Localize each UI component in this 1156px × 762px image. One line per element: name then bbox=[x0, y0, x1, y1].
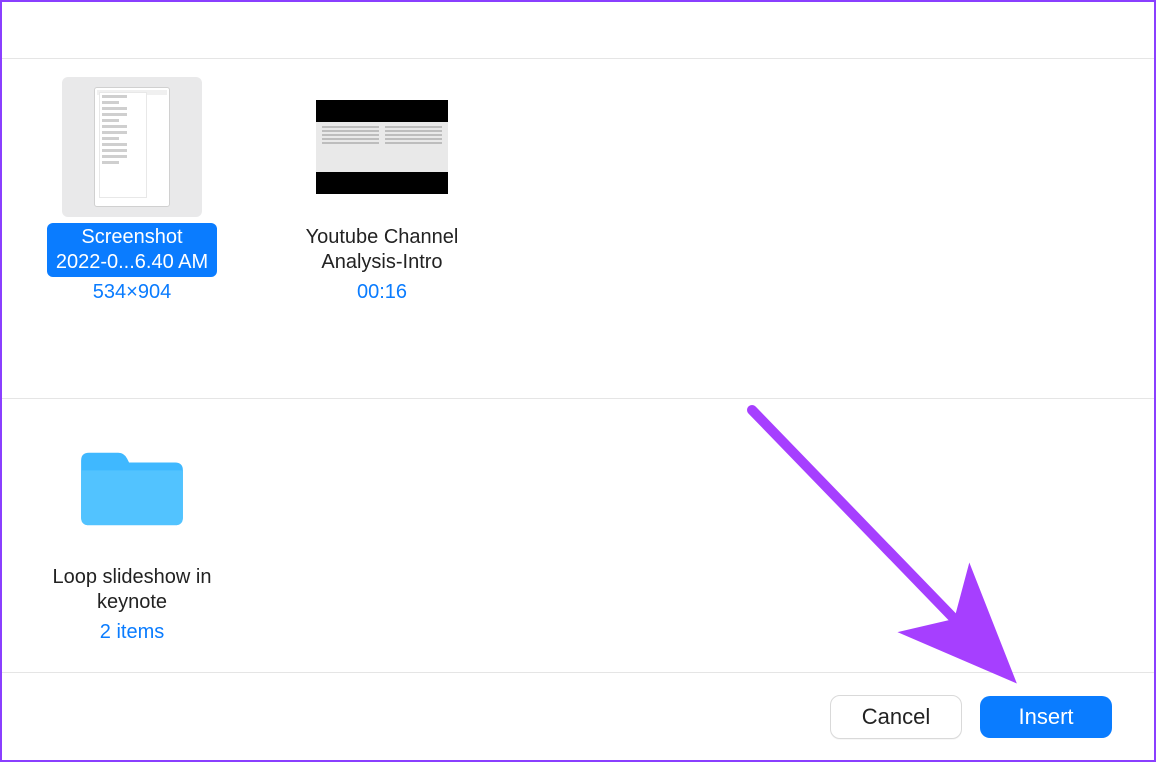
insert-button[interactable]: Insert bbox=[980, 696, 1112, 738]
folders-grid: Loop slideshow inkeynote 2 items bbox=[32, 417, 1124, 644]
folder-item-loop-slideshow[interactable]: Loop slideshow inkeynote 2 items bbox=[32, 417, 232, 644]
file-item-screenshot[interactable]: Screenshot2022-0...6.40 AM 534×904 bbox=[32, 77, 232, 304]
file-browser-scroll-area[interactable]: Screenshot2022-0...6.40 AM 534×904 bbox=[2, 58, 1154, 672]
folder-thumbnail bbox=[62, 417, 202, 557]
thumbnail-screenshot bbox=[62, 77, 202, 217]
file-meta-label: 00:16 bbox=[357, 281, 407, 304]
folders-section: Loop slideshow inkeynote 2 items bbox=[2, 398, 1154, 658]
folder-name-label: Loop slideshow inkeynote bbox=[44, 563, 221, 617]
file-name-label: Screenshot2022-0...6.40 AM bbox=[47, 223, 217, 277]
image-preview-icon bbox=[94, 87, 170, 207]
file-meta-label: 534×904 bbox=[93, 281, 171, 304]
dialog-footer: Cancel Insert bbox=[2, 672, 1154, 760]
video-preview-icon bbox=[316, 100, 448, 194]
files-section: Screenshot2022-0...6.40 AM 534×904 bbox=[2, 58, 1154, 318]
files-grid: Screenshot2022-0...6.40 AM 534×904 bbox=[32, 77, 1124, 304]
thumbnail-video bbox=[312, 77, 452, 217]
folder-icon bbox=[73, 441, 191, 533]
file-item-video[interactable]: Youtube ChannelAnalysis-Intro 00:16 bbox=[282, 77, 482, 304]
file-name-label: Youtube ChannelAnalysis-Intro bbox=[297, 223, 468, 277]
cancel-button[interactable]: Cancel bbox=[830, 695, 962, 739]
folder-meta-label: 2 items bbox=[100, 621, 164, 644]
